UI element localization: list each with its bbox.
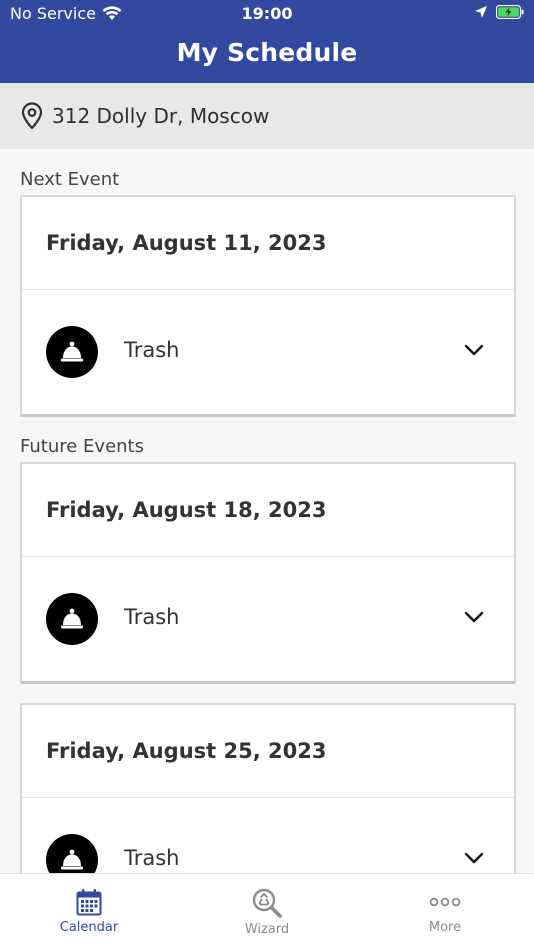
event-card: Friday, August 11, 2023 Trash xyxy=(20,195,516,417)
calendar-icon xyxy=(76,889,102,916)
tab-more[interactable]: More xyxy=(356,874,534,950)
more-dots-icon xyxy=(429,897,461,907)
location-address: 312 Dolly Dr, Moscow xyxy=(52,104,270,128)
location-bar[interactable]: 312 Dolly Dr, Moscow xyxy=(0,83,534,149)
event-date: Friday, August 11, 2023 xyxy=(22,197,514,290)
chevron-down-icon[interactable] xyxy=(464,852,484,864)
trash-icon xyxy=(46,593,98,645)
tab-calendar[interactable]: Calendar xyxy=(0,874,178,950)
event-row[interactable]: Trash xyxy=(22,290,514,414)
future-events-label: Future Events xyxy=(20,436,144,457)
battery-charging-icon xyxy=(496,5,524,19)
event-item-label: Trash xyxy=(124,605,180,629)
recycle-search-icon xyxy=(252,888,282,918)
next-event-label: Next Event xyxy=(20,169,120,190)
chevron-down-icon[interactable] xyxy=(464,611,484,623)
tab-label: Wizard xyxy=(244,922,290,937)
event-card: Friday, August 25, 2023 Trash xyxy=(20,703,516,873)
map-pin-icon xyxy=(21,102,43,130)
tab-wizard[interactable]: Wizard xyxy=(178,874,356,950)
event-date: Friday, August 18, 2023 xyxy=(22,464,514,557)
status-bar: No Service 19:00 xyxy=(0,0,534,30)
location-arrow-icon xyxy=(475,6,487,18)
trash-icon xyxy=(46,834,98,873)
event-item-label: Trash xyxy=(124,846,180,870)
event-card: Friday, August 18, 2023 Trash xyxy=(20,462,516,684)
trash-icon xyxy=(46,326,98,378)
status-right xyxy=(474,5,524,19)
tab-label: More xyxy=(428,920,462,935)
tab-label: Calendar xyxy=(59,920,119,935)
page-title: My Schedule xyxy=(176,38,358,67)
event-item-label: Trash xyxy=(124,338,180,362)
schedule-content[interactable]: Next Event Friday, August 11, 2023 Trash… xyxy=(0,149,534,873)
chevron-down-icon[interactable] xyxy=(464,344,484,356)
event-row[interactable]: Trash xyxy=(22,798,514,873)
app-header: No Service 19:00 My Schedule xyxy=(0,0,534,83)
event-row[interactable]: Trash xyxy=(22,557,514,681)
status-time: 19:00 xyxy=(241,4,293,23)
tab-bar: Calendar Wizard More xyxy=(0,873,534,950)
event-date: Friday, August 25, 2023 xyxy=(22,705,514,798)
